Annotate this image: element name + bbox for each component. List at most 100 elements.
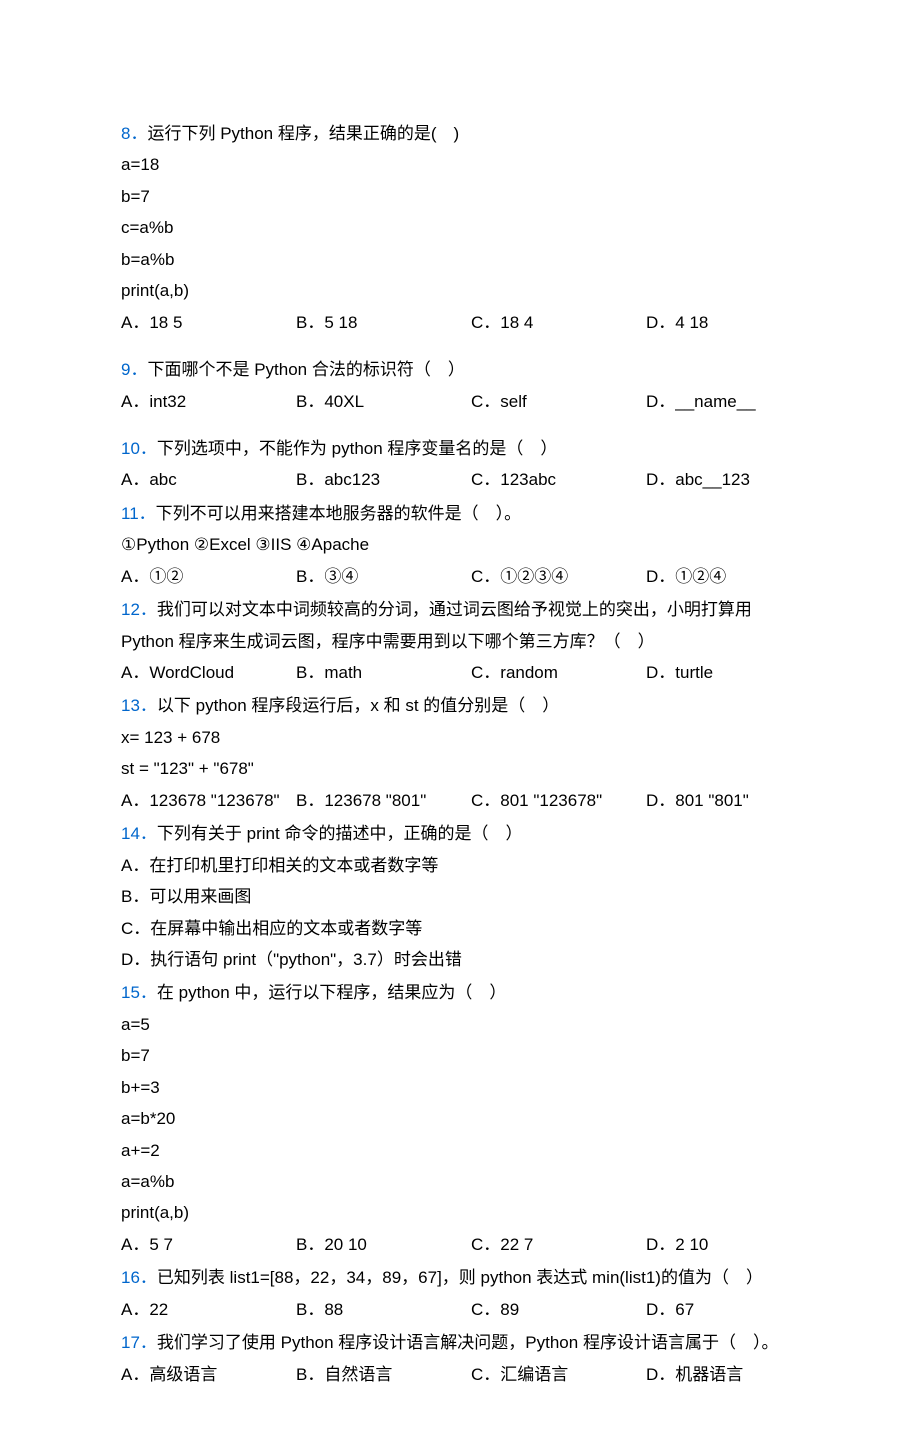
option-choice: D．__name__ bbox=[646, 386, 799, 417]
question-number: 10． bbox=[121, 439, 157, 458]
question-block: 13．以下 python 程序段运行后，x 和 st 的值分别是（ ）x= 12… bbox=[121, 690, 799, 816]
spacer bbox=[121, 419, 799, 433]
option-choice: A．5 7 bbox=[121, 1229, 296, 1260]
question-text: 下面哪个不是 Python 合法的标识符（ ） bbox=[147, 360, 464, 379]
option-choice: D．4 18 bbox=[646, 307, 799, 338]
question-line: 17．我们学习了使用 Python 程序设计语言解决问题，Python 程序设计… bbox=[121, 1327, 799, 1358]
question-number: 17． bbox=[121, 1333, 157, 1352]
question-text: 已知列表 list1=[88，22，34，89，67]，则 python 表达式… bbox=[157, 1268, 763, 1287]
option-choice: C．①②③④ bbox=[471, 561, 646, 592]
question-text: 下列不可以用来搭建本地服务器的软件是（ ）。 bbox=[156, 504, 522, 523]
option-choice: B．abc123 bbox=[296, 464, 471, 495]
option-choice: D．turtle bbox=[646, 657, 799, 688]
question-number: 9． bbox=[121, 360, 147, 379]
question-text: 下列有关于 print 命令的描述中，正确的是（ ） bbox=[157, 824, 523, 843]
question-block: 15．在 python 中，运行以下程序，结果应为（ ）a=5b=7b+=3a=… bbox=[121, 977, 799, 1260]
code-line: a=b*20 bbox=[121, 1103, 799, 1134]
option-choice: A．abc bbox=[121, 464, 296, 495]
question-block: 8．运行下列 Python 程序，结果正确的是( )a=18b=7c=a%bb=… bbox=[121, 118, 799, 338]
option-choice: B．40XL bbox=[296, 386, 471, 417]
question-text: 以下 python 程序段运行后，x 和 st 的值分别是（ ） bbox=[157, 696, 559, 715]
options-row: A．5 7B．20 10C．22 7D．2 10 bbox=[121, 1229, 799, 1260]
question-text-continue: Python 程序来生成词云图，程序中需要用到以下哪个第三方库？（ ） bbox=[121, 626, 799, 657]
option-choice: C．random bbox=[471, 657, 646, 688]
option-choice: C．self bbox=[471, 386, 646, 417]
option-choice: D．机器语言 bbox=[646, 1359, 799, 1390]
options-row: A．abcB．abc123C．123abcD．abc__123 bbox=[121, 464, 799, 495]
question-line: 9．下面哪个不是 Python 合法的标识符（ ） bbox=[121, 354, 799, 385]
question-number: 14． bbox=[121, 824, 157, 843]
code-line: a=18 bbox=[121, 149, 799, 180]
code-line: st = "123" + "678" bbox=[121, 753, 799, 784]
option-choice: B．20 10 bbox=[296, 1229, 471, 1260]
question-block: 17．我们学习了使用 Python 程序设计语言解决问题，Python 程序设计… bbox=[121, 1327, 799, 1390]
question-number: 16． bbox=[121, 1268, 157, 1287]
option-choice: B．math bbox=[296, 657, 471, 688]
option-choice: B．5 18 bbox=[296, 307, 471, 338]
option-choice: D．2 10 bbox=[646, 1229, 799, 1260]
question-text: 我们可以对文本中词频较高的分词，通过词云图给予视觉上的突出，小明打算用 bbox=[157, 600, 752, 619]
option-choice: B．③④ bbox=[296, 561, 471, 592]
question-number: 15． bbox=[121, 983, 157, 1002]
question-block: 11．下列不可以用来搭建本地服务器的软件是（ ）。①Python ②Excel … bbox=[121, 498, 799, 592]
question-line: 10．下列选项中，不能作为 python 程序变量名的是（ ） bbox=[121, 433, 799, 464]
code-line: print(a,b) bbox=[121, 275, 799, 306]
question-number: 12． bbox=[121, 600, 157, 619]
question-line: 12．我们可以对文本中词频较高的分词，通过词云图给予视觉上的突出，小明打算用 bbox=[121, 594, 799, 625]
option-choice: A．123678 "123678" bbox=[121, 785, 296, 816]
code-line: b=7 bbox=[121, 181, 799, 212]
question-line: 11．下列不可以用来搭建本地服务器的软件是（ ）。 bbox=[121, 498, 799, 529]
options-row: A．①②B．③④C．①②③④D．①②④ bbox=[121, 561, 799, 592]
code-line: a=5 bbox=[121, 1009, 799, 1040]
question-number: 8． bbox=[121, 124, 147, 143]
question-number: 13． bbox=[121, 696, 157, 715]
option-choice: A．①② bbox=[121, 561, 296, 592]
question-block: 14．下列有关于 print 命令的描述中，正确的是（ ） A．在打印机里打印相关… bbox=[121, 818, 799, 975]
option-choice: A．WordCloud bbox=[121, 657, 296, 688]
options-row: A．高级语言B．自然语言C．汇编语言D．机器语言 bbox=[121, 1359, 799, 1390]
question-line: 13．以下 python 程序段运行后，x 和 st 的值分别是（ ） bbox=[121, 690, 799, 721]
code-line: x= 123 + 678 bbox=[121, 722, 799, 753]
code-line: b+=3 bbox=[121, 1072, 799, 1103]
question-text: 运行下列 Python 程序，结果正确的是( ) bbox=[147, 124, 459, 143]
options-row: A．123678 "123678"B．123678 "801"C．801 "12… bbox=[121, 785, 799, 816]
spacer bbox=[121, 340, 799, 354]
question-line: 15．在 python 中，运行以下程序，结果应为（ ） bbox=[121, 977, 799, 1008]
option-choice: C．89 bbox=[471, 1294, 646, 1325]
option-choice: A．22 bbox=[121, 1294, 296, 1325]
code-line: a=a%b bbox=[121, 1166, 799, 1197]
option-choice: A．在打印机里打印相关的文本或者数字等 bbox=[121, 850, 799, 881]
question-line: 16．已知列表 list1=[88，22，34，89，67]，则 python … bbox=[121, 1262, 799, 1293]
question-text: 我们学习了使用 Python 程序设计语言解决问题，Python 程序设计语言属… bbox=[157, 1333, 779, 1352]
option-choice: C．801 "123678" bbox=[471, 785, 646, 816]
option-choice: B．可以用来画图 bbox=[121, 881, 799, 912]
options-row: A．18 5B．5 18C．18 4D．4 18 bbox=[121, 307, 799, 338]
question-block: 10．下列选项中，不能作为 python 程序变量名的是（ ）A．abcB．ab… bbox=[121, 433, 799, 496]
question-text: 下列选项中，不能作为 python 程序变量名的是（ ） bbox=[157, 439, 558, 458]
question-block: 16．已知列表 list1=[88，22，34，89，67]，则 python … bbox=[121, 1262, 799, 1325]
code-line: b=7 bbox=[121, 1040, 799, 1071]
option-choice: D．abc__123 bbox=[646, 464, 799, 495]
options-row: A．22B．88C．89D．67 bbox=[121, 1294, 799, 1325]
question-block: 12．我们可以对文本中词频较高的分词，通过词云图给予视觉上的突出，小明打算用Py… bbox=[121, 594, 799, 688]
options-row: A．int32B．40XLC．selfD．__name__ bbox=[121, 386, 799, 417]
option-choice: B．123678 "801" bbox=[296, 785, 471, 816]
question-block: 9．下面哪个不是 Python 合法的标识符（ ）A．int32B．40XLC．… bbox=[121, 354, 799, 417]
option-choice: C．在屏幕中输出相应的文本或者数字等 bbox=[121, 913, 799, 944]
option-choice: A．int32 bbox=[121, 386, 296, 417]
question-text: 在 python 中，运行以下程序，结果应为（ ） bbox=[157, 983, 507, 1002]
option-choice: C．18 4 bbox=[471, 307, 646, 338]
code-line: b=a%b bbox=[121, 244, 799, 275]
option-choice: C．汇编语言 bbox=[471, 1359, 646, 1390]
option-choice: B．自然语言 bbox=[296, 1359, 471, 1390]
question-line: 8．运行下列 Python 程序，结果正确的是( ) bbox=[121, 118, 799, 149]
option-choice: D．801 "801" bbox=[646, 785, 799, 816]
option-choice: B．88 bbox=[296, 1294, 471, 1325]
option-choice: D．执行语句 print（"python"，3.7）时会出错 bbox=[121, 944, 799, 975]
code-line: c=a%b bbox=[121, 212, 799, 243]
option-choice: D．67 bbox=[646, 1294, 799, 1325]
option-choice: C．123abc bbox=[471, 464, 646, 495]
option-choice: A．高级语言 bbox=[121, 1359, 296, 1390]
code-line: ①Python ②Excel ③IIS ④Apache bbox=[121, 529, 799, 560]
option-choice: A．18 5 bbox=[121, 307, 296, 338]
